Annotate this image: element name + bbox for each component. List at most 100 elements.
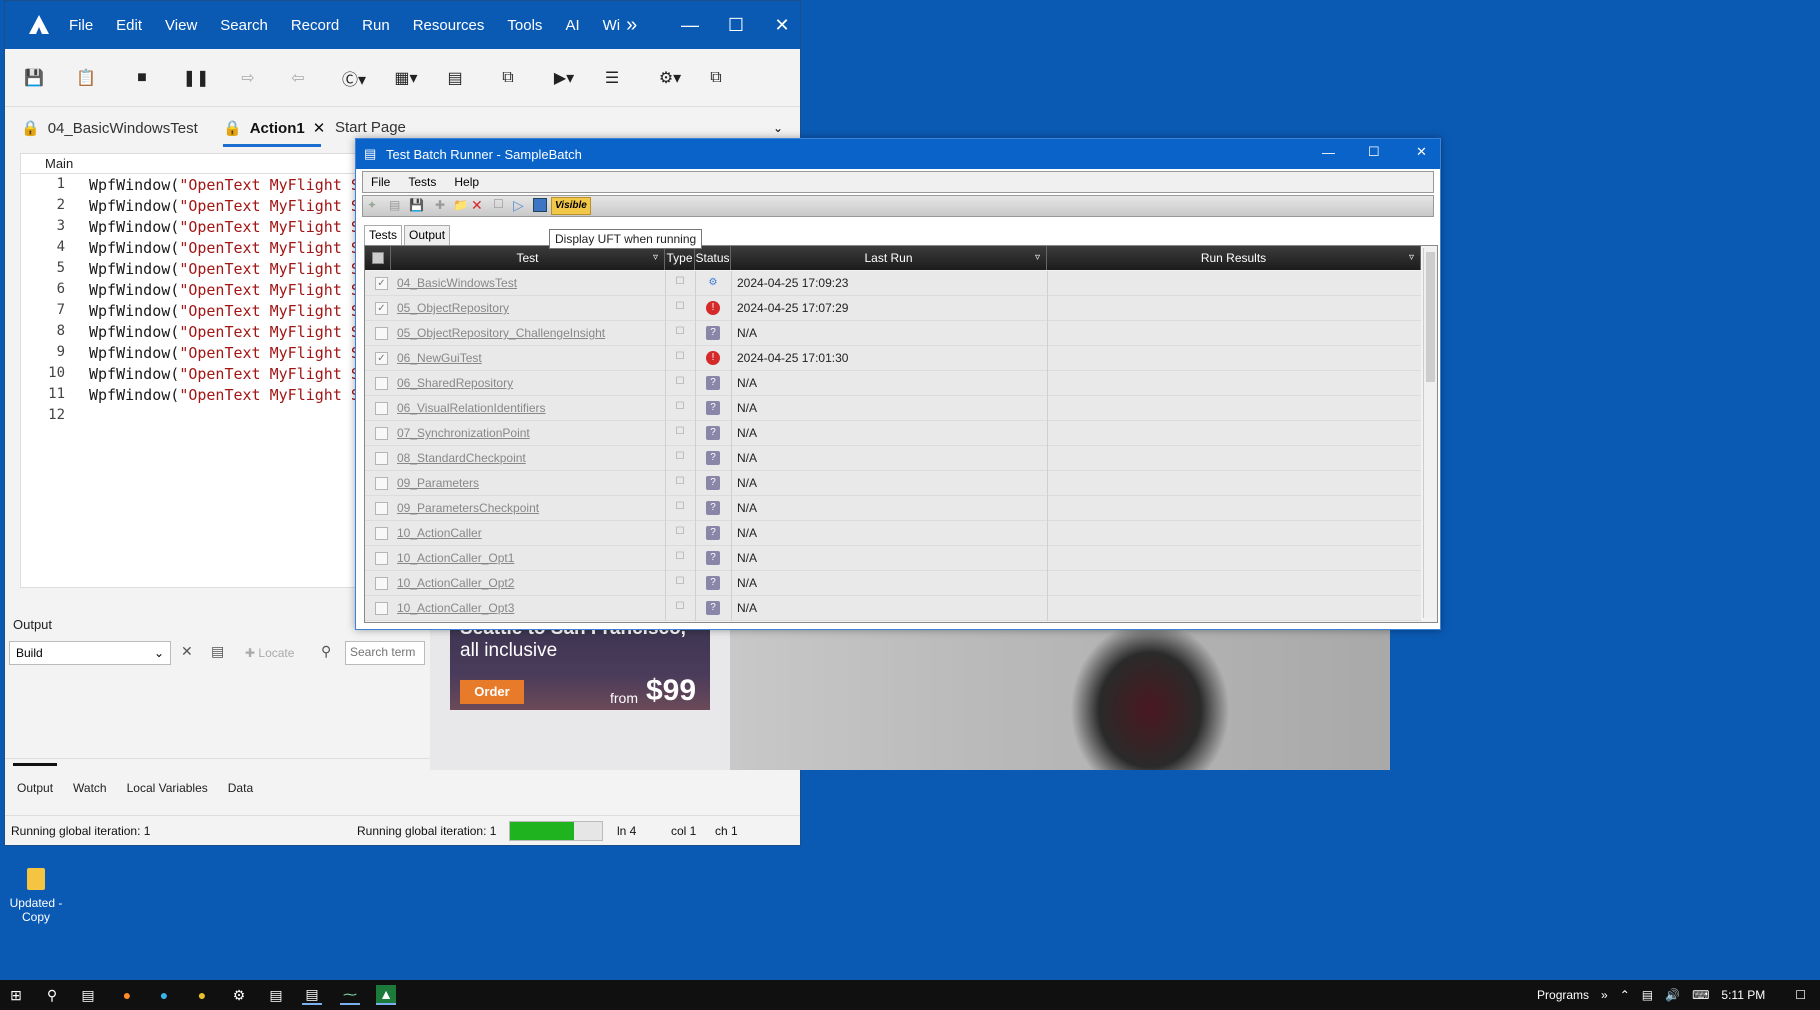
table-row[interactable]: 10_ActionCaller_Opt2 ☐? N/A: [365, 571, 1421, 596]
row-checkbox[interactable]: [375, 577, 388, 590]
task-view-icon[interactable]: ▤: [78, 985, 98, 1005]
save-all-icon[interactable]: 📋: [73, 65, 99, 91]
menu-tools[interactable]: Tools: [507, 17, 542, 34]
code-line[interactable]: WpfWindow("OpenText MyFlight Samp: [89, 365, 359, 383]
tab-watch[interactable]: Watch: [73, 781, 107, 795]
tab-start-page[interactable]: Start Page: [335, 119, 406, 136]
stop-icon[interactable]: [533, 198, 547, 212]
menu-file[interactable]: File: [69, 17, 93, 34]
minimize-icon[interactable]: —: [1322, 145, 1335, 160]
test-name-link[interactable]: 10_ActionCaller_Opt2: [397, 571, 514, 596]
test-name-link[interactable]: 05_ObjectRepository: [397, 296, 509, 321]
pause-icon[interactable]: ❚❚: [183, 65, 210, 91]
test-name-link[interactable]: 10_ActionCaller_Opt3: [397, 596, 514, 621]
step-out-icon[interactable]: ⇦: [285, 65, 311, 91]
tab-test[interactable]: 🔒 04_BasicWindowsTest: [21, 119, 198, 138]
run-icon[interactable]: ▷: [513, 197, 524, 214]
menu-resources[interactable]: Resources: [413, 17, 485, 34]
table-row[interactable]: 05_ObjectRepository_ChallengeInsight ☐? N/…: [365, 321, 1421, 346]
test-name-link[interactable]: 05_ObjectRepository_ChallengeInsight: [397, 321, 605, 346]
start-icon[interactable]: ⊞: [6, 985, 26, 1005]
record-mode-icon[interactable]: Ⓒ▾: [341, 65, 367, 91]
spy-icon[interactable]: ▦▾: [393, 65, 419, 91]
desktop-folder-icon[interactable]: Updated - Copy: [8, 868, 64, 924]
code-line[interactable]: WpfWindow("OpenText MyFlight Samp: [89, 281, 359, 299]
test-name-link[interactable]: 04_BasicWindowsTest: [397, 271, 517, 296]
output-filter-dropdown[interactable]: Build ⌄: [9, 641, 171, 665]
test-name-link[interactable]: 10_ActionCaller: [397, 521, 482, 546]
close-tab-icon[interactable]: ✕: [313, 119, 326, 137]
row-checkbox[interactable]: [375, 477, 388, 490]
chevron-right-icon[interactable]: »: [1601, 988, 1608, 1002]
notifications-icon[interactable]: ☐: [1795, 988, 1806, 1002]
row-checkbox[interactable]: [375, 552, 388, 565]
code-line[interactable]: WpfWindow("OpenText MyFlight Samp: [89, 344, 359, 362]
list-icon[interactable]: ☰: [599, 65, 625, 91]
code-line[interactable]: WpfWindow("OpenText MyFlight Samp: [89, 323, 359, 341]
order-button[interactable]: Order: [460, 680, 524, 704]
table-row[interactable]: ✓ 04_BasicWindowsTest ☐ ⚙ 2024-04-25 17:09:2…: [365, 271, 1421, 296]
filter-icon[interactable]: ▿: [1035, 246, 1040, 270]
menu-edit[interactable]: Edit: [116, 17, 142, 34]
tab-action1[interactable]: 🔒 Action1 ✕: [223, 119, 326, 138]
code-line[interactable]: WpfWindow("OpenText MyFlight Samp: [89, 386, 359, 404]
maximize-icon[interactable]: ☐: [1368, 144, 1380, 160]
header-type[interactable]: Type: [665, 246, 695, 270]
table-row[interactable]: 10_ActionCaller_Opt3 ☐? N/A: [365, 596, 1421, 621]
maximize-icon[interactable]: ☐: [713, 1, 759, 49]
remove-icon[interactable]: ✕: [471, 197, 483, 214]
archive-icon[interactable]: ▤: [442, 65, 468, 91]
header-select-all[interactable]: [365, 246, 391, 270]
window-layout-icon[interactable]: ⧉: [703, 65, 729, 91]
clear-icon[interactable]: ✕: [181, 643, 193, 660]
header-status[interactable]: Status: [695, 246, 731, 270]
br-menu-file[interactable]: File: [371, 175, 390, 189]
test-name-link[interactable]: 06_SharedRepository: [397, 371, 513, 396]
header-last-run[interactable]: Last Run ▿: [731, 246, 1047, 270]
code-line[interactable]: WpfWindow("OpenText MyFlight Samp: [89, 302, 359, 320]
row-checkbox[interactable]: [375, 502, 388, 515]
table-row[interactable]: 06_SharedRepository ☐? N/A: [365, 371, 1421, 396]
menu-search[interactable]: Search: [220, 17, 268, 34]
keyboard-icon[interactable]: ⌨: [1692, 988, 1709, 1002]
search-icon[interactable]: ⚲: [42, 985, 62, 1005]
locate-button[interactable]: ✚ Locate: [245, 646, 294, 660]
row-checkbox[interactable]: [375, 527, 388, 540]
output-search-input[interactable]: [345, 641, 425, 665]
tab-data[interactable]: Data: [228, 781, 253, 795]
close-icon[interactable]: ✕: [1416, 144, 1427, 160]
programs-label[interactable]: Programs: [1537, 988, 1589, 1002]
row-checkbox[interactable]: ✓: [375, 352, 388, 365]
output-search-field[interactable]: [346, 642, 422, 662]
table-row[interactable]: 09_ParametersCheckpoint ☐? N/A: [365, 496, 1421, 521]
row-checkbox[interactable]: ✓: [375, 277, 388, 290]
menu-ai[interactable]: AI: [565, 17, 579, 34]
chevron-up-icon[interactable]: ⌃: [1620, 988, 1630, 1002]
select-all-icon[interactable]: ☐: [493, 197, 504, 211]
row-checkbox[interactable]: [375, 427, 388, 440]
add-folder-icon[interactable]: 📁: [453, 198, 468, 212]
row-checkbox[interactable]: [375, 402, 388, 415]
table-row[interactable]: 09_Parameters ☐? N/A: [365, 471, 1421, 496]
chrome-icon[interactable]: ●: [192, 985, 212, 1005]
close-icon[interactable]: ✕: [759, 1, 805, 49]
tab-tests[interactable]: Tests: [364, 225, 403, 245]
search-icon[interactable]: ⚲: [321, 643, 331, 660]
table-row[interactable]: 06_VisualRelationIdentifiers ☐? N/A: [365, 396, 1421, 421]
firefox-icon[interactable]: ●: [117, 985, 137, 1005]
test-name-link[interactable]: 09_ParametersCheckpoint: [397, 496, 539, 521]
code-editor[interactable]: Main 1WpfWindow("OpenText MyFlight Samp2…: [20, 153, 360, 588]
open-icon[interactable]: ▤: [389, 198, 400, 212]
test-name-link[interactable]: 06_VisualRelationIdentifiers: [397, 396, 546, 421]
edge-icon[interactable]: ●: [154, 985, 174, 1005]
menu-run[interactable]: Run: [362, 17, 390, 34]
aut-taskbar-icon[interactable]: ⁓: [340, 985, 360, 1005]
save-icon[interactable]: 💾: [21, 65, 47, 91]
settings-gear-icon[interactable]: ⚙: [229, 985, 249, 1005]
code-line[interactable]: WpfWindow("OpenText MyFlight Samp: [89, 176, 359, 194]
settings-gear-icon[interactable]: ⚙▾: [657, 65, 683, 91]
minimize-icon[interactable]: —: [667, 1, 713, 49]
row-checkbox[interactable]: [375, 602, 388, 615]
test-name-link[interactable]: 07_SynchronizationPoint: [397, 421, 530, 446]
visible-toggle[interactable]: Visible: [551, 197, 591, 215]
